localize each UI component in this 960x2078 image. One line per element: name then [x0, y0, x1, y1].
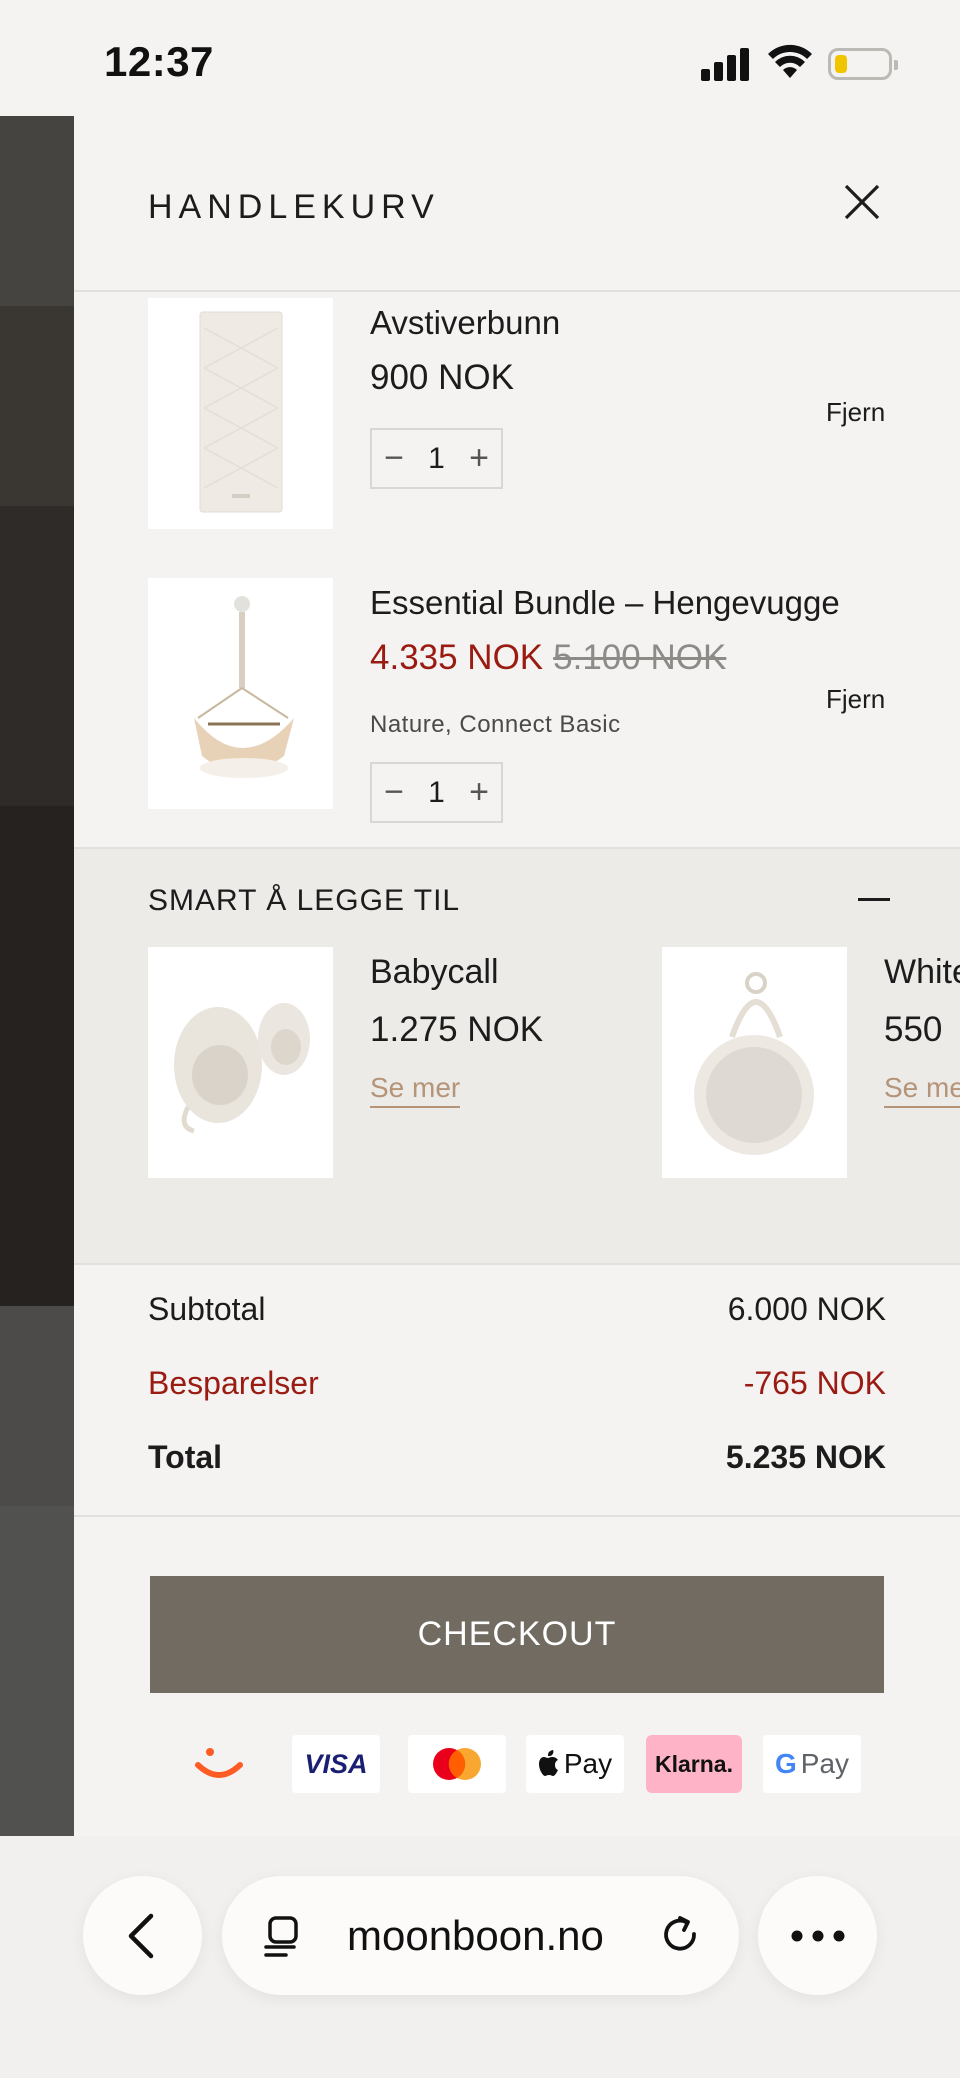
signal-icon	[701, 47, 751, 81]
cart-item: Avstiverbunn 900 NOK Fjern − 1 +	[74, 298, 960, 598]
browser-toolbar: moonboon.no	[0, 1836, 960, 2078]
cart-item-price: 900 NOK	[370, 358, 514, 397]
total-value: 5.235 NOK	[725, 1439, 886, 1475]
klarna-label: Klarna.	[655, 1750, 733, 1777]
page-backdrop-overlay[interactable]	[0, 116, 74, 1836]
sale-price: 4.335 NOK	[370, 638, 544, 677]
google-g-label: G	[774, 1748, 797, 1779]
cart-title: HANDLEKURV	[148, 188, 440, 226]
upsell-section: SMART Å LEGGE TIL Babycall 1.275 NOK Se …	[74, 847, 960, 1265]
cart-item-name: Essential Bundle – Hengevugge	[370, 584, 840, 621]
product-image-avstiverbunn[interactable]	[148, 298, 333, 529]
upsell-product[interactable]: Babycall 1.275 NOK Se mer	[148, 947, 668, 1187]
savings-label: Besparelser	[148, 1365, 319, 1401]
status-bar: 12:37	[0, 0, 960, 116]
wifi-icon	[768, 44, 812, 78]
tabs-icon[interactable]	[262, 1914, 306, 1958]
close-icon[interactable]	[838, 178, 886, 226]
collapse-icon[interactable]	[858, 885, 890, 913]
reload-icon[interactable]	[660, 1914, 704, 1958]
original-price: 5.100 NOK	[553, 638, 727, 677]
see-more-link[interactable]: Se me	[884, 1072, 960, 1108]
status-time: 12:37	[104, 38, 214, 85]
quantity-value[interactable]: 1	[416, 442, 457, 476]
upsell-product[interactable]: White 550 Se me	[662, 947, 960, 1187]
savings-value: -765 NOK	[743, 1365, 886, 1401]
total-label: Total	[148, 1439, 223, 1475]
more-button[interactable]	[758, 1876, 877, 1995]
cart-drawer: HANDLEKURV Avstiverbunn 900 NOK Fjern − …	[74, 116, 960, 1836]
minus-icon[interactable]: −	[372, 764, 416, 821]
quantity-stepper: − 1 +	[370, 762, 503, 823]
upsell-product-price: 1.275 NOK	[370, 1010, 544, 1049]
cart-item-variant: Nature, Connect Basic	[370, 711, 621, 738]
vipps-icon	[195, 1748, 243, 1778]
visa-icon: VISA	[292, 1735, 380, 1793]
subtotal-row: Subtotal 6.000 NOK	[148, 1291, 886, 1328]
payment-methods: VISA Pay Klarna. G Pay	[74, 1735, 960, 1795]
battery-icon	[828, 48, 898, 80]
mastercard-icon	[408, 1735, 506, 1793]
upsell-product-name: White	[884, 953, 960, 991]
total-row: Total 5.235 NOK	[148, 1439, 886, 1476]
klarna-icon: Klarna.	[646, 1735, 742, 1793]
plus-icon[interactable]: +	[457, 764, 501, 821]
subtotal-label: Subtotal	[148, 1291, 266, 1327]
quantity-stepper: − 1 +	[370, 428, 503, 489]
url-text[interactable]: moonboon.no	[347, 1912, 604, 1960]
minus-icon[interactable]: −	[372, 430, 416, 487]
plus-icon[interactable]: +	[457, 430, 501, 487]
savings-row: Besparelser -765 NOK	[148, 1365, 886, 1402]
cart-header: HANDLEKURV	[74, 116, 960, 292]
visa-label: VISA	[304, 1748, 368, 1779]
google-pay-label: Pay	[800, 1748, 850, 1779]
checkout-button[interactable]: CHECKOUT	[150, 1576, 884, 1693]
apple-pay-icon: Pay	[526, 1735, 624, 1793]
remove-item-button[interactable]: Fjern	[826, 397, 885, 428]
product-image-babycall[interactable]	[148, 947, 333, 1178]
cart-item-price: 4.335 NOK 5.100 NOK	[370, 638, 726, 678]
subtotal-value: 6.000 NOK	[727, 1291, 886, 1327]
upsell-product-price: 550	[884, 1010, 943, 1049]
product-image-white-noise[interactable]	[662, 947, 847, 1178]
cart-item: Essential Bundle – Hengevugge 4.335 NOK 5…	[74, 578, 960, 848]
cart-item-name: Avstiverbunn	[370, 304, 561, 341]
remove-item-button[interactable]: Fjern	[826, 684, 885, 715]
see-more-link[interactable]: Se mer	[370, 1072, 461, 1108]
google-pay-icon: G Pay	[763, 1735, 861, 1793]
back-button[interactable]	[83, 1876, 202, 1995]
upsell-title: SMART Å LEGGE TIL	[148, 884, 461, 917]
apple-pay-label: Pay	[563, 1748, 613, 1779]
address-bar[interactable]: moonboon.no	[222, 1876, 739, 1995]
more-icon	[791, 1930, 844, 1941]
quantity-value[interactable]: 1	[416, 776, 457, 810]
back-icon	[128, 1913, 153, 1958]
upsell-product-name: Babycall	[370, 953, 499, 991]
cart-totals: Subtotal 6.000 NOK Besparelser -765 NOK …	[74, 1265, 960, 1517]
product-image-hengevugge[interactable]	[148, 578, 333, 809]
